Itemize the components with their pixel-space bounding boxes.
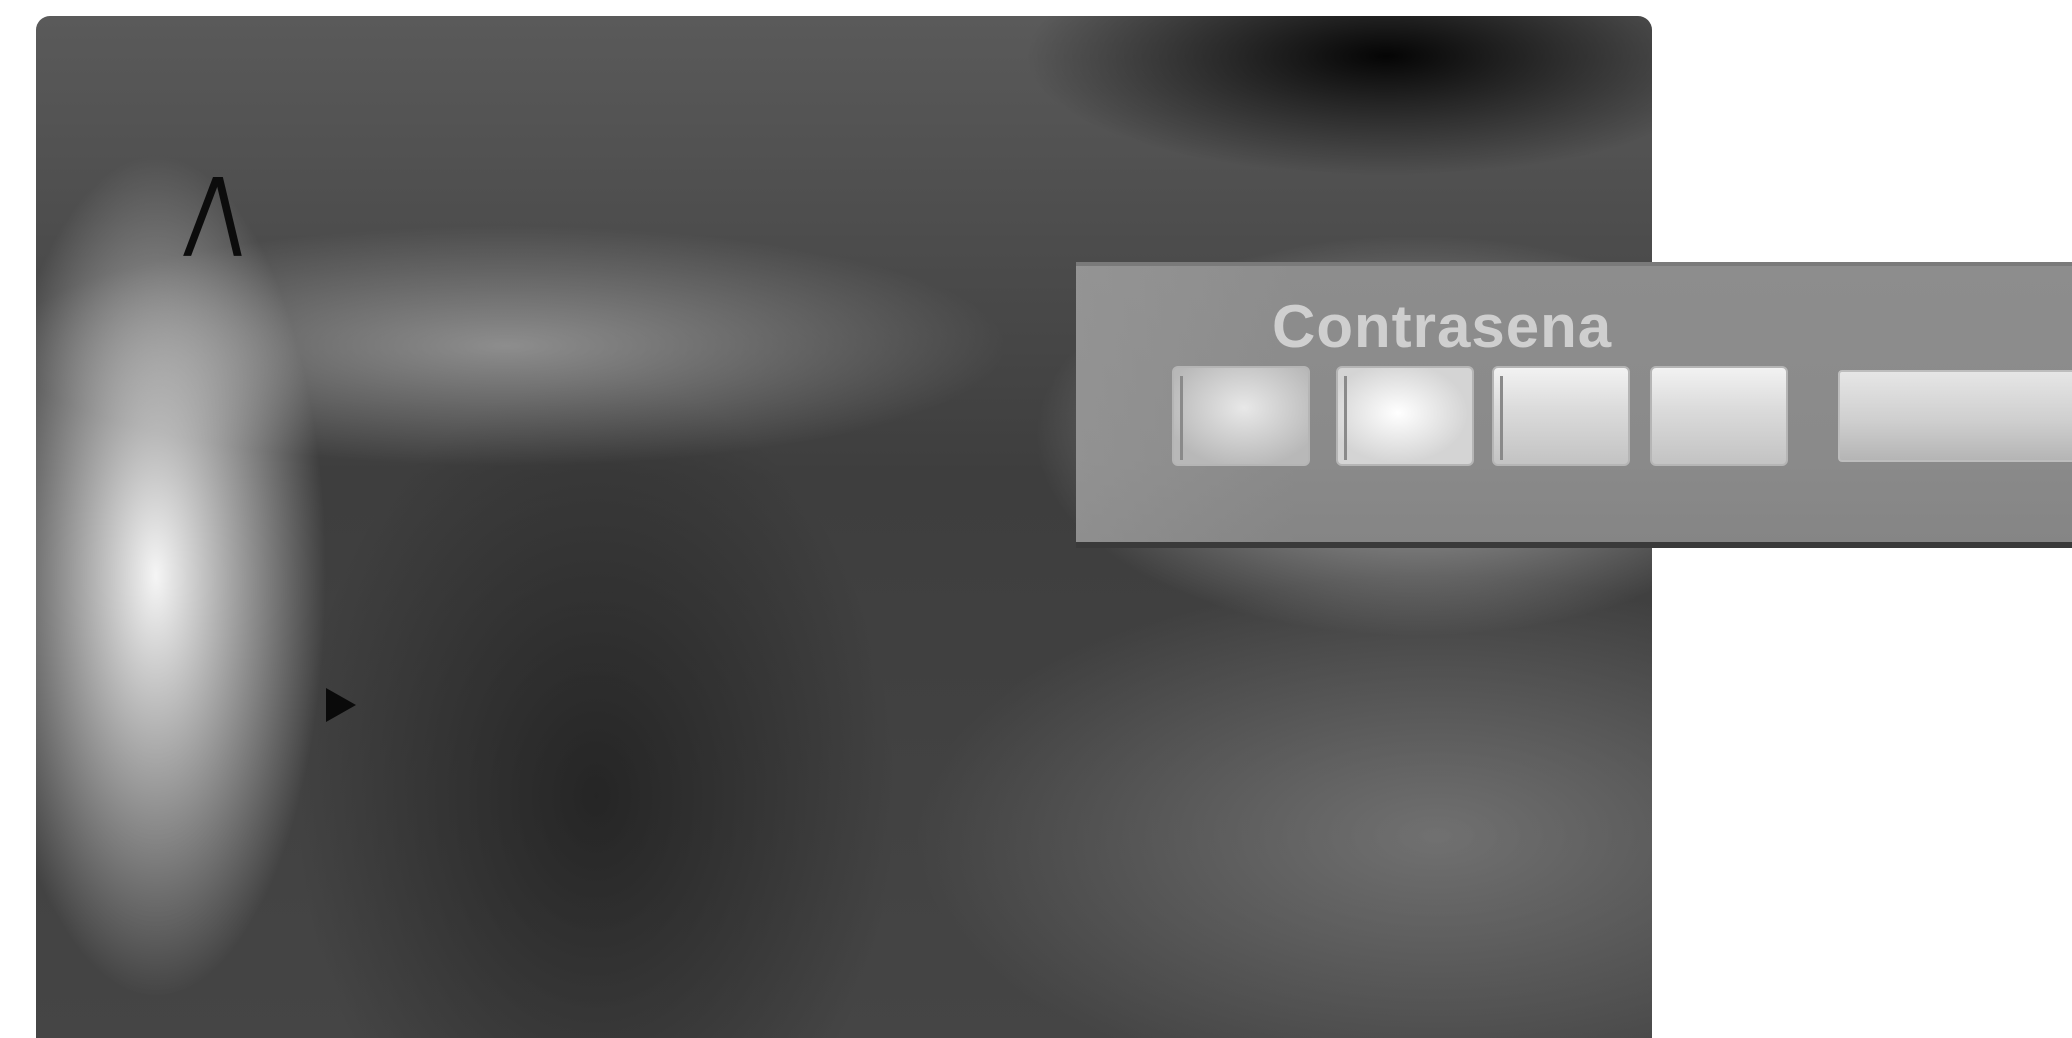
play-arrow-icon (326, 688, 356, 722)
password-digit-3[interactable] (1492, 366, 1630, 466)
text-caret (1344, 376, 1347, 460)
text-caret (1180, 376, 1183, 460)
stage: /\ Contrasena (0, 0, 2072, 1038)
password-digit-4[interactable] (1650, 366, 1788, 466)
password-digit-2[interactable] (1336, 366, 1474, 466)
password-title: Contrasena (1272, 293, 1613, 360)
password-digit-1[interactable] (1172, 366, 1310, 466)
brand-logo-glyph: /\ (182, 158, 243, 270)
password-dialog: Contrasena (1076, 262, 2072, 542)
confirm-button[interactable] (1838, 370, 2072, 462)
text-caret (1500, 376, 1503, 460)
